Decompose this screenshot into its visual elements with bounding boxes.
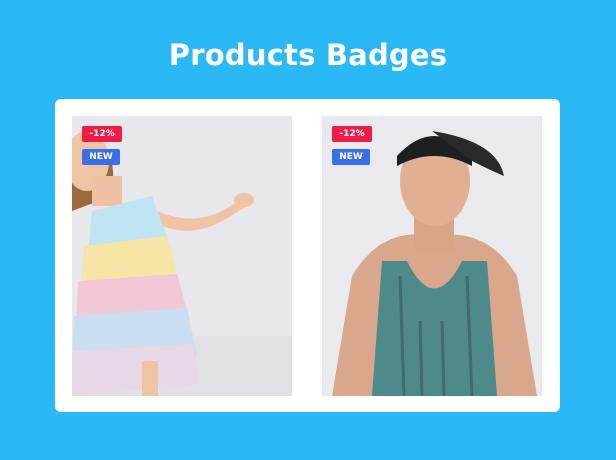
products-panel: -12% NEW -12% NEW <box>55 99 560 412</box>
page-title: Products Badges <box>168 38 448 72</box>
sale-badge: -12% <box>332 126 372 142</box>
new-badge: NEW <box>332 149 370 165</box>
product-card-tank-top[interactable]: -12% NEW <box>322 116 542 396</box>
product-badges: -12% NEW <box>82 126 122 172</box>
new-badge: NEW <box>82 149 120 165</box>
product-badges: -12% NEW <box>332 126 372 172</box>
sale-badge: -12% <box>82 126 122 142</box>
product-card-dress[interactable]: -12% NEW <box>72 116 292 396</box>
